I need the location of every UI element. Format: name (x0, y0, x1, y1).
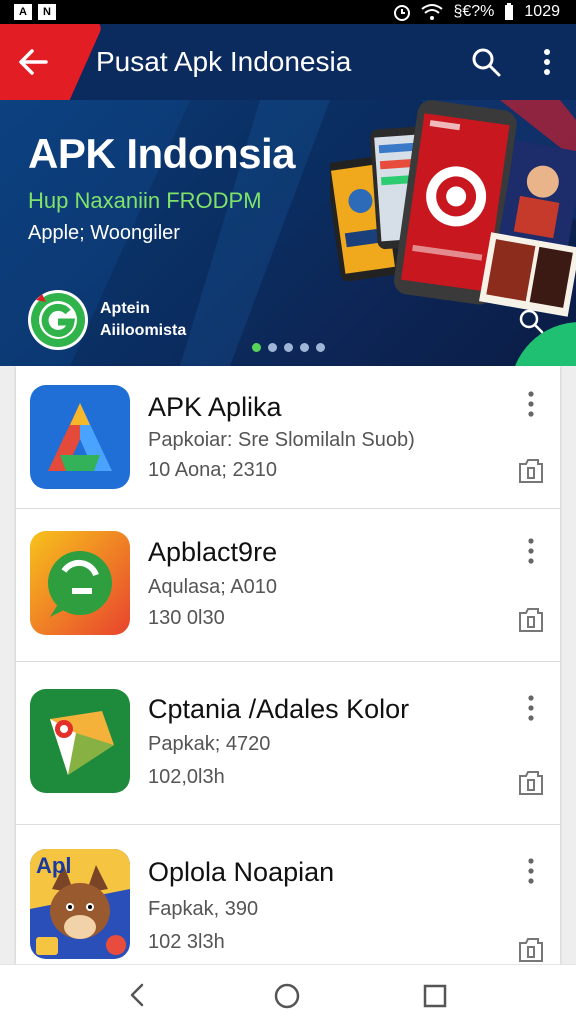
bookmark-icon (519, 938, 543, 962)
home-icon (274, 983, 300, 1009)
banner-brand-line1: Aptein (100, 300, 150, 317)
more-vert-icon (544, 49, 550, 75)
map-pin-icon (30, 689, 130, 793)
carousel-dot[interactable] (268, 343, 277, 352)
app-details: 10 Aona; 2310 (148, 459, 278, 481)
bookmark-button[interactable] (516, 768, 546, 798)
status-notification-n: N (38, 4, 56, 20)
app-name[interactable]: Apblact9re (148, 537, 277, 568)
app-details: 102 3l3h (148, 931, 225, 953)
arrow-left-icon (19, 49, 48, 75)
search-icon (472, 48, 501, 77)
status-left: A N (0, 4, 56, 20)
app-description: Fapkak, 390 (148, 898, 259, 920)
app-description: Papkoiar: Sre Slomilaln Suob) (148, 429, 415, 451)
chat-bubble-icon (30, 531, 130, 635)
bookmark-button[interactable] (516, 935, 546, 964)
app-menu-button[interactable] (520, 388, 542, 424)
page-title: Pusat Apk Indonesia (96, 46, 352, 77)
bookmark-icon (519, 608, 543, 632)
carousel-dot[interactable] (316, 343, 325, 352)
status-notification-a: A (14, 4, 32, 20)
more-vert-icon (528, 391, 534, 417)
list-item[interactable]: APK Aplika Papkoiar: Sre Slomilaln Suob)… (16, 366, 560, 509)
back-button[interactable] (14, 42, 54, 82)
more-vert-icon (528, 695, 534, 721)
app-icon-text: Apl (36, 853, 72, 878)
nav-recents-button[interactable] (422, 983, 448, 1009)
status-time: 1029 (524, 3, 560, 20)
list-item[interactable]: Apblact9re Aqulasa; A010 130 0l30 (16, 509, 560, 662)
bookmark-icon (519, 771, 543, 795)
app-list: APK Aplika Papkoiar: Sre Slomilaln Suob)… (16, 366, 560, 964)
app-details: 102,0l3h (148, 766, 225, 788)
nav-back-button[interactable] (124, 981, 152, 1009)
brand-logo-icon (31, 293, 85, 347)
more-options-button[interactable] (532, 44, 562, 80)
status-bar: A N §€?% 1029 (0, 0, 576, 24)
banner-brand-text: Aptein Aiiloomista (100, 298, 186, 342)
app-icon: Apl (30, 849, 130, 959)
banner-title: APK Indonsia (28, 130, 296, 177)
back-icon (130, 983, 144, 1007)
list-item[interactable]: Cptania /Adales Kolor Papkak; 4720 102,0… (16, 662, 560, 825)
battery-icon (505, 3, 514, 20)
search-icon (519, 309, 544, 334)
banner-zoom-button[interactable] (516, 306, 546, 336)
arrow-a-icon (30, 385, 130, 489)
banner-caption: Apple; Woongiler (28, 222, 180, 244)
app-description: Papkak; 4720 (148, 733, 271, 755)
promo-banner[interactable]: APK Indonsia Hup Naxaniin FRODPM Apple; … (0, 100, 576, 366)
bookmark-button[interactable] (516, 456, 546, 486)
recents-icon (423, 984, 447, 1008)
app-menu-button[interactable] (520, 692, 542, 728)
banner-subtitle: Hup Naxaniin FRODPM (28, 188, 262, 213)
navigation-bar (0, 964, 576, 1025)
carousel-dot[interactable] (300, 343, 309, 352)
app-menu-button[interactable] (520, 855, 542, 891)
bookmark-button[interactable] (516, 605, 546, 635)
app-icon (30, 531, 130, 635)
carousel-dot[interactable] (284, 343, 293, 352)
search-button[interactable] (468, 44, 504, 80)
alarm-icon (394, 5, 411, 21)
more-vert-icon (528, 538, 534, 564)
nav-home-button[interactable] (272, 981, 302, 1011)
app-name[interactable]: Oplola Noapian (148, 857, 334, 888)
carousel-dots[interactable] (252, 343, 325, 352)
app-icon (30, 385, 130, 489)
app-details: 130 0l30 (148, 607, 225, 629)
app-menu-button[interactable] (520, 535, 542, 571)
app-bar: Pusat Apk Indonesia (0, 24, 576, 100)
app-description: Aqulasa; A010 (148, 576, 277, 598)
app-icon (30, 689, 130, 793)
app-name[interactable]: APK Aplika (148, 392, 282, 423)
banner-brand-line2: Aiiloomista (100, 322, 187, 339)
bookmark-icon (519, 459, 543, 483)
app-name[interactable]: Cptania /Adales Kolor (148, 694, 409, 725)
wifi-icon (421, 4, 444, 20)
status-right: §€?% 1029 (393, 3, 576, 21)
carousel-dot[interactable] (252, 343, 261, 352)
signal-text: §€?% (453, 3, 495, 20)
brand-logo (28, 290, 88, 350)
list-item[interactable]: Apl Oplola Noapian Fapkak, 390 102 3l3h (16, 825, 560, 964)
more-vert-icon (528, 858, 534, 884)
